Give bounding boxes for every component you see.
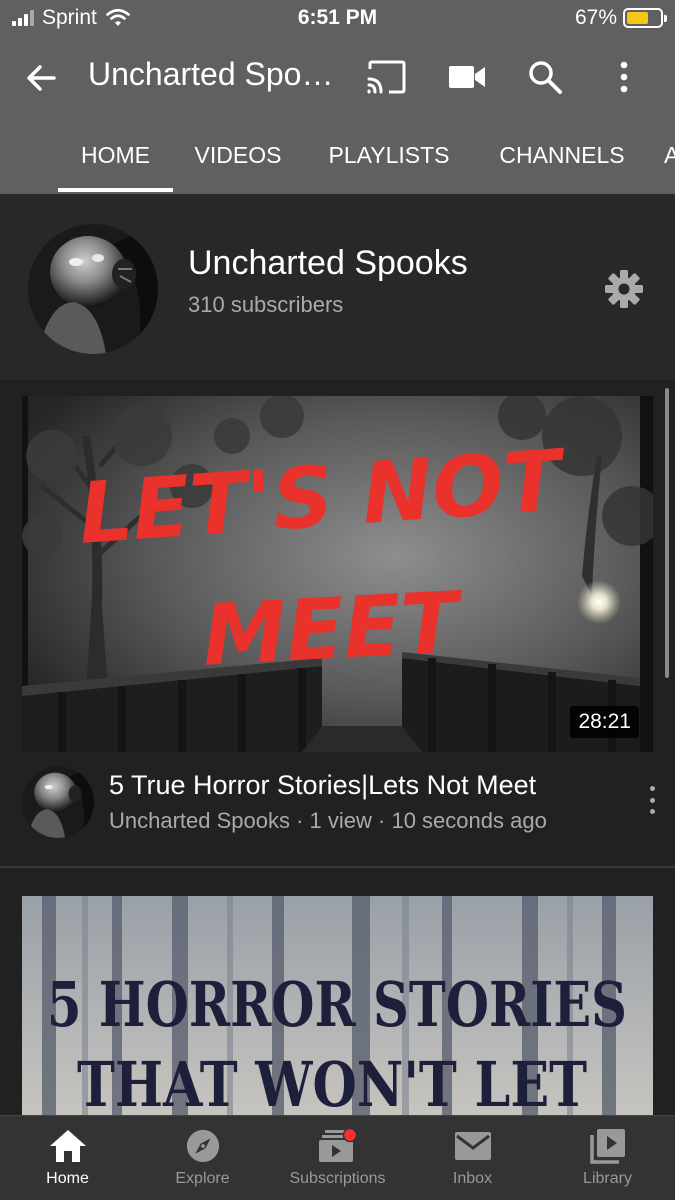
cast-icon	[367, 60, 406, 94]
status-bar: Sprint 6:51 PM 67%	[0, 0, 675, 38]
more-options-button[interactable]	[599, 52, 649, 102]
subscriptions-icon	[318, 1128, 357, 1162]
avatar-image	[28, 224, 158, 354]
channel-header: Uncharted Spooks 310 subscribers	[0, 194, 675, 380]
channel-name: Uncharted Spooks	[188, 244, 468, 282]
more-dot	[649, 786, 655, 791]
thumbnail-title-line2: MEET	[200, 573, 466, 685]
tab-home-label: HOME	[81, 141, 150, 168]
video-thumbnail[interactable]: LET'S NOT MEET 28:21	[22, 396, 653, 752]
video-subtitle: Uncharted Spooks · 1 view · 10 seconds a…	[109, 808, 547, 833]
nav-library[interactable]: Library	[540, 1116, 675, 1200]
gear-icon	[605, 270, 643, 308]
search-icon	[529, 61, 562, 94]
channel-tabs: HOME VIDEOS PLAYLISTS CHANNELS A	[0, 116, 675, 194]
battery-icon	[623, 8, 667, 28]
nav-explore-label: Explore	[175, 1170, 230, 1187]
nav-home-label: Home	[46, 1170, 89, 1187]
thumbnail-image-2: 5 HORROR STORIES THAT WON'T LET	[22, 896, 653, 1115]
small-avatar-image	[22, 766, 94, 838]
tab-channels-label: CHANNELS	[499, 141, 625, 168]
nav-library-label: Library	[583, 1170, 632, 1187]
thumbnail2-title-line1: 5 HORROR STORIES	[47, 968, 627, 1041]
page-title: Uncharted Spo…	[88, 56, 334, 92]
more-dot	[649, 809, 655, 814]
nav-inbox[interactable]: Inbox	[405, 1116, 540, 1200]
channel-avatar[interactable]	[28, 224, 158, 354]
video-more-button[interactable]	[640, 782, 664, 818]
battery-percent: 67%	[574, 6, 617, 29]
camera-icon	[449, 66, 485, 88]
tab-about-label: A	[664, 141, 675, 168]
nav-subscriptions-label: Subscriptions	[289, 1170, 386, 1187]
scrollbar[interactable]	[665, 388, 669, 678]
video-meta[interactable]: 5 True Horror Stories|Lets Not Meet Unch…	[22, 766, 664, 838]
mail-icon	[454, 1132, 491, 1160]
cast-button[interactable]	[362, 52, 412, 102]
video-feed[interactable]: LET'S NOT MEET 28:21 5 True Horror Stori…	[0, 380, 675, 1115]
video-title[interactable]: 5 True Horror Stories|Lets Not Meet	[109, 770, 536, 801]
nav-explore[interactable]: Explore	[135, 1116, 270, 1200]
thumbnail-image: LET'S NOT MEET	[22, 396, 653, 752]
home-icon	[49, 1130, 86, 1162]
back-button[interactable]	[20, 56, 64, 100]
nav-subscriptions[interactable]: Subscriptions	[270, 1116, 405, 1200]
tab-videos[interactable]: VIDEOS	[178, 116, 298, 194]
video-channel-avatar[interactable]	[22, 766, 94, 838]
bottom-nav: Home Explore Subscriptions Inbox Library	[0, 1115, 675, 1200]
library-icon	[589, 1129, 625, 1164]
active-tab-indicator	[58, 188, 173, 192]
nav-home[interactable]: Home	[0, 1116, 135, 1200]
compass-icon	[186, 1129, 219, 1163]
back-arrow-icon	[27, 65, 56, 91]
clock: 6:51 PM	[297, 6, 378, 29]
divider	[0, 866, 675, 868]
nav-inbox-label: Inbox	[452, 1170, 493, 1187]
tab-videos-label: VIDEOS	[194, 141, 282, 168]
tab-home[interactable]: HOME	[58, 116, 173, 194]
battery-group: 67%	[574, 6, 667, 30]
more-vert-icon	[620, 61, 628, 93]
upload-video-button[interactable]	[442, 52, 492, 102]
tab-channels[interactable]: CHANNELS	[480, 116, 644, 194]
search-button[interactable]	[520, 52, 570, 102]
more-dot	[649, 797, 655, 803]
thumbnail2-title-line2: THAT WON'T LET	[77, 1048, 587, 1115]
battery-level	[627, 12, 649, 24]
channel-settings-button[interactable]	[603, 268, 645, 310]
tab-playlists[interactable]: PLAYLISTS	[310, 116, 468, 194]
video-duration: 28:21	[570, 706, 639, 738]
tab-playlists-label: PLAYLISTS	[328, 141, 450, 168]
video-thumbnail[interactable]: 5 HORROR STORIES THAT WON'T LET	[22, 896, 653, 1115]
tab-about[interactable]: A	[664, 116, 675, 194]
app-bar: Uncharted Spo…	[0, 38, 675, 116]
subscriber-count: 310 subscribers	[188, 292, 344, 317]
